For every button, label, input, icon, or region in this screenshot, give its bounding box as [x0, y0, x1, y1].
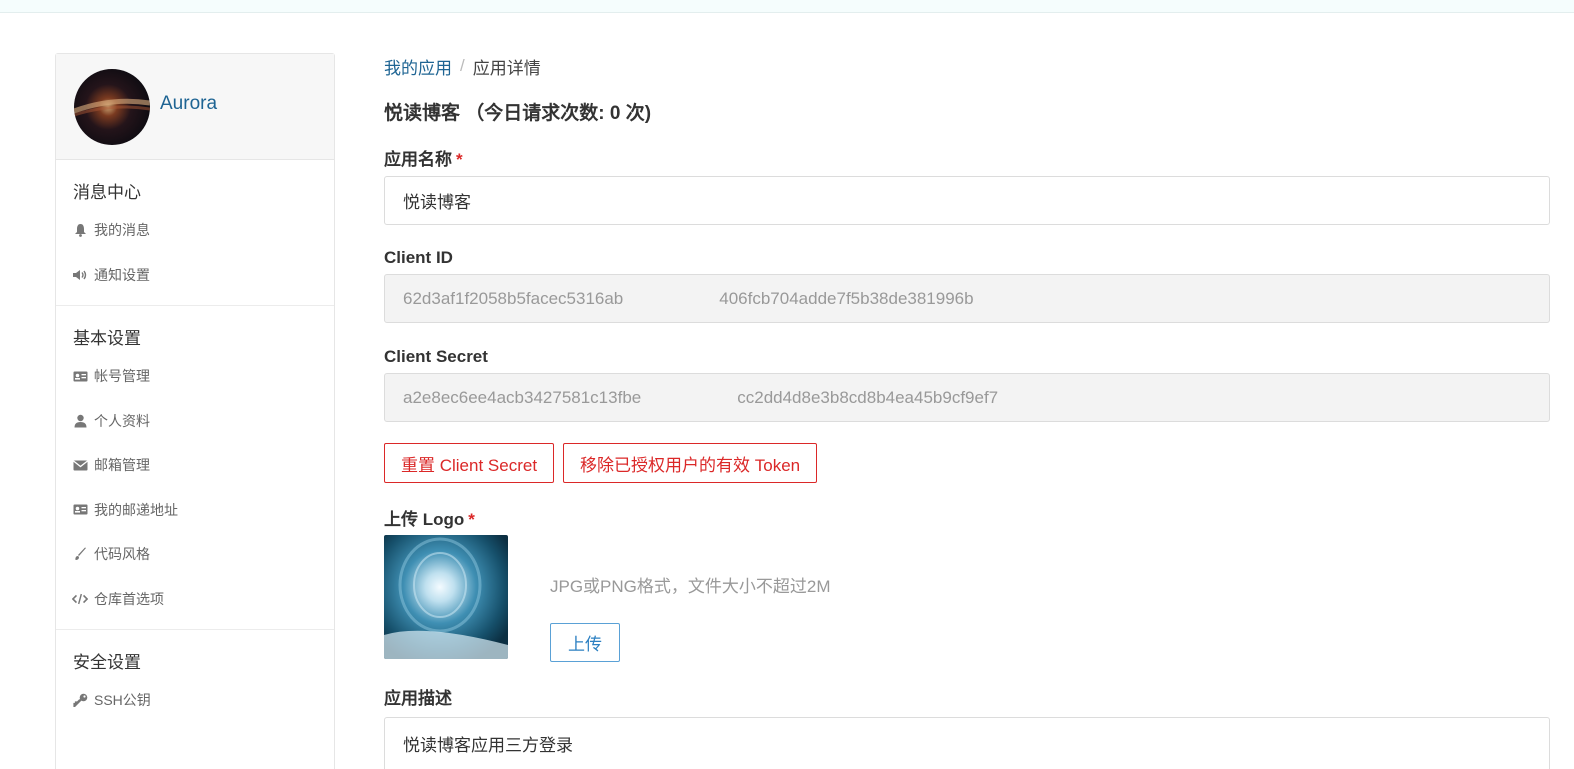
settings-sidebar: Aurora 消息中心 我的消息 通知设置 基本设置 帐号管理 个人资料 邮箱管…: [55, 53, 335, 769]
sidebar-item-profile[interactable]: 个人资料: [56, 399, 334, 444]
client-secret-start: a2e8ec6ee4acb3427581c13fbe: [403, 387, 642, 407]
sidebar-group-title: 消息中心: [73, 183, 141, 202]
upload-logo-button[interactable]: 上传: [550, 623, 620, 662]
description-textarea[interactable]: 悦读博客应用三方登录: [384, 717, 1550, 769]
bell-icon: [72, 222, 88, 238]
sidebar-item-label: 仓库首选项: [94, 590, 164, 607]
user-icon: [72, 413, 88, 429]
sidebar-item-label: 我的邮递地址: [94, 501, 178, 518]
client-id-field[interactable]: 62d3af1f2058b5facec5316ab 406fcb704adde7f…: [384, 274, 1550, 323]
logo-format-hint: JPG或PNG格式，文件大小不超过2M: [550, 577, 831, 596]
sidebar-item-label: 通知设置: [94, 266, 150, 283]
sidebar-item-code-style[interactable]: 代码风格: [56, 532, 334, 577]
key-icon: [72, 692, 88, 708]
username-link[interactable]: Aurora: [160, 93, 217, 115]
secret-actions: 重置 Client Secret 移除已授权用户的有效 Token: [384, 443, 1550, 483]
breadcrumb-my-apps-link[interactable]: 我的应用: [384, 54, 452, 79]
logo-upload-row: JPG或PNG格式，文件大小不超过2M 上传: [384, 535, 1550, 662]
breadcrumb-current: 应用详情: [472, 58, 541, 78]
breadcrumb: 我的应用 / 应用详情: [384, 53, 1550, 79]
sidebar-item-label: 邮箱管理: [94, 457, 150, 474]
client-id-end: 406fcb704adde7f5b38de381996b: [719, 288, 974, 308]
sidebar-item-label: 代码风格: [94, 546, 150, 563]
sidebar-item-email[interactable]: 邮箱管理: [56, 443, 334, 488]
revoke-user-tokens-button[interactable]: 移除已授权用户的有效 Token: [563, 443, 818, 483]
client-id-label: Client ID: [384, 248, 453, 267]
sidebar-item-label: 帐号管理: [94, 368, 150, 385]
code-icon: [72, 591, 88, 607]
app-name-label-text: 应用名称: [384, 150, 452, 169]
description-label: 应用描述: [384, 689, 452, 708]
client-secret-label: Client Secret: [384, 347, 488, 366]
required-mark: *: [456, 150, 463, 169]
megaphone-icon: [72, 267, 88, 283]
client-id-redaction: [623, 288, 720, 309]
brush-icon: [72, 546, 88, 562]
sidebar-item-label: 我的消息: [94, 222, 150, 239]
sidebar-group-title: 安全设置: [73, 653, 141, 672]
client-secret-redaction: [641, 387, 738, 408]
avatar[interactable]: [74, 69, 150, 145]
sidebar-item-account[interactable]: 帐号管理: [56, 354, 334, 399]
sidebar-item-my-messages[interactable]: 我的消息: [56, 208, 334, 253]
client-secret-end: cc2dd4d8e3b8cd8b4ea45b9cf9ef7: [737, 387, 999, 407]
sidebar-item-repo-preferences[interactable]: 仓库首选项: [56, 577, 334, 622]
description-value: 悦读博客应用三方登录: [403, 736, 573, 755]
sidebar-group-messages: 消息中心 我的消息 通知设置: [56, 160, 334, 306]
sidebar-group-basic-settings: 基本设置 帐号管理 个人资料 邮箱管理 我的邮递地址 代码风格 仓库首选项: [56, 306, 334, 630]
logo-label: 上传 Logo *: [384, 505, 1550, 530]
breadcrumb-separator: /: [460, 56, 465, 75]
app-name-input[interactable]: 悦读博客: [384, 176, 1550, 225]
sidebar-item-postal-address[interactable]: 我的邮递地址: [56, 488, 334, 533]
client-id-start: 62d3af1f2058b5facec5316ab: [403, 288, 624, 308]
required-mark: *: [468, 510, 475, 529]
envelope-icon: [72, 457, 88, 473]
sidebar-group-title: 基本设置: [73, 329, 141, 348]
app-logo-image: [384, 535, 508, 659]
top-navbar-strip: [0, 0, 1574, 13]
client-secret-field[interactable]: a2e8ec6ee4acb3427581c13fbe cc2dd4d8e3b8cd…: [384, 373, 1550, 422]
sidebar-item-label: 个人资料: [94, 412, 150, 429]
id-card-icon: [72, 368, 88, 384]
reset-client-secret-button[interactable]: 重置 Client Secret: [384, 443, 555, 483]
sidebar-group-security: 安全设置 SSH公钥: [56, 630, 334, 731]
logo-upload-controls: JPG或PNG格式，文件大小不超过2M 上传: [550, 535, 831, 662]
page-title: 悦读博客 （今日请求次数: 0 次): [384, 103, 652, 124]
profile-header: Aurora: [56, 54, 334, 160]
app-name-label: 应用名称 *: [384, 145, 1550, 170]
app-name-value: 悦读博客: [403, 193, 471, 212]
sidebar-item-notification-settings[interactable]: 通知设置: [56, 253, 334, 298]
sidebar-item-label: SSH公钥: [94, 692, 151, 709]
app-detail-main: 我的应用 / 应用详情 悦读博客 （今日请求次数: 0 次) 应用名称 * 悦读博…: [384, 53, 1550, 769]
address-card-icon: [72, 502, 88, 518]
logo-label-text: 上传 Logo: [384, 510, 465, 529]
sidebar-item-ssh-keys[interactable]: SSH公钥: [56, 678, 334, 723]
